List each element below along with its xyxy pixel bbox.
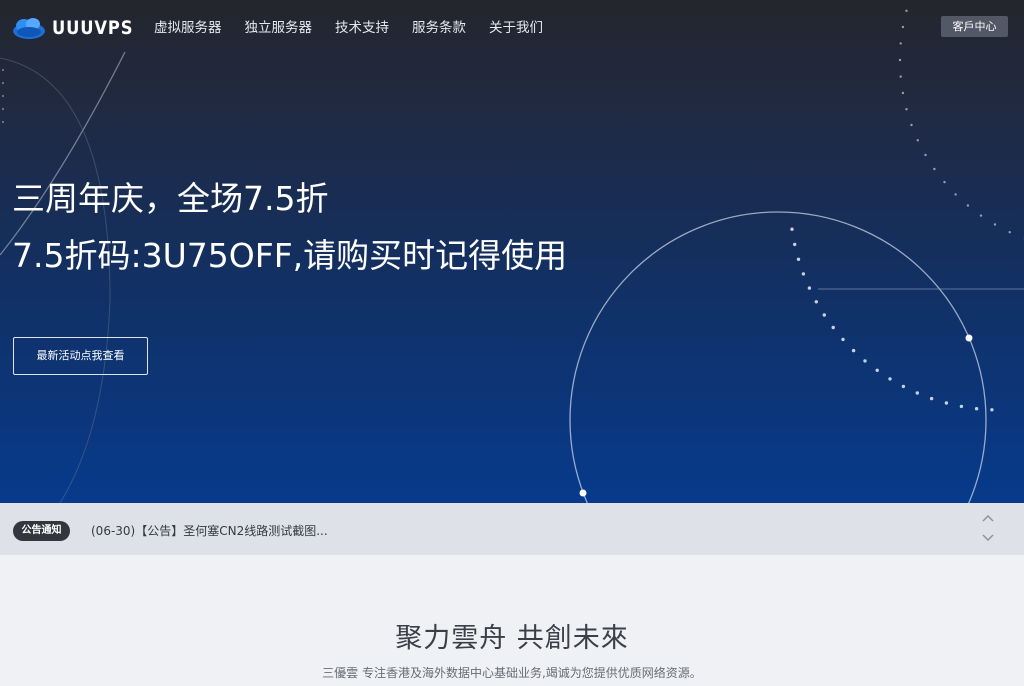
hero-promo-code: 7.5折码:3U75OFF,请购买时记得使用: [12, 236, 568, 275]
client-center-button[interactable]: 客戶中心: [941, 16, 1008, 37]
brand-name: UUUVPS: [52, 17, 134, 39]
top-navbar: UUUVPS 虚拟服务器 独立服务器 技术支持 服务条款 关于我们 客戶中心: [0, 0, 1024, 56]
brand-logo[interactable]: UUUVPS: [12, 14, 147, 42]
hero-headline: 三周年庆，全场7.5折: [12, 179, 329, 218]
cloud-logo-icon: [13, 18, 45, 39]
latest-promotions-button[interactable]: 最新活动点我查看: [13, 337, 148, 375]
section-subtitle: 三優雲 专注香港及海外数据中心基础业务,竭诚为您提供优质网络资源。: [322, 666, 702, 680]
nav-item-terms[interactable]: 服务条款: [412, 18, 466, 38]
nav-item-virtual-servers[interactable]: 虚拟服务器: [154, 18, 222, 38]
chevron-down-icon[interactable]: [980, 532, 996, 544]
main-nav: 虚拟服务器 独立服务器 技术支持 服务条款 关于我们: [154, 18, 566, 38]
nav-item-about[interactable]: 关于我们: [489, 18, 543, 38]
notice-link[interactable]: (06-30)【公告】圣何塞CN2线路测试截图...: [91, 522, 328, 539]
nav-item-dedicated-servers[interactable]: 独立服务器: [245, 18, 313, 38]
hero-banner: UUUVPS 虚拟服务器 独立服务器 技术支持 服务条款 关于我们 客戶中心 三…: [0, 0, 1024, 503]
section-title: 聚力雲舟 共創未來: [395, 623, 629, 654]
chevron-up-icon[interactable]: [980, 512, 996, 524]
nav-item-tech-support[interactable]: 技术支持: [335, 18, 389, 38]
notice-bar: 公告通知 (06-30)【公告】圣何塞CN2线路测试截图...: [0, 503, 1024, 555]
notice-badge: 公告通知: [13, 521, 70, 541]
